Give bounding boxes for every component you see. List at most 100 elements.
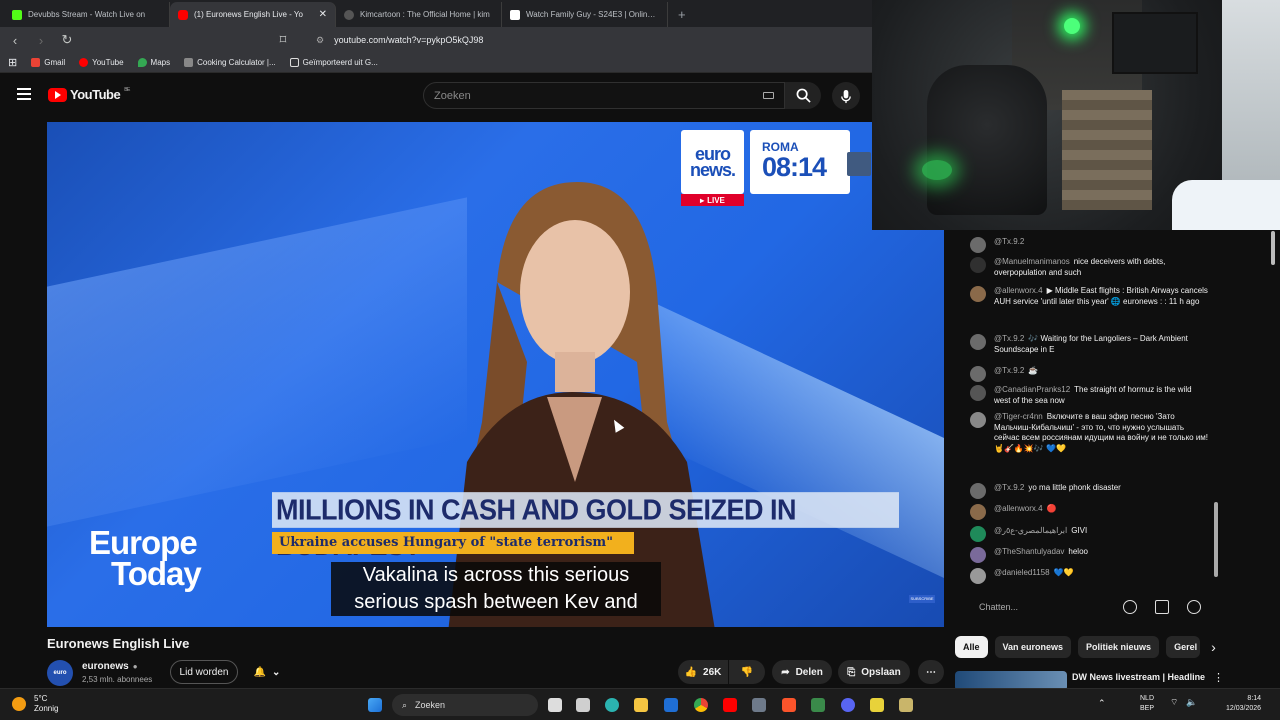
avatar[interactable] <box>970 385 986 401</box>
browser-tab-4[interactable]: Watch Family Guy - S24E3 | Online H <box>502 2 668 27</box>
chat-message: @Tx.9.2 🎶 Waiting for the Langoliers – Da… <box>970 334 1210 355</box>
chrome-icon[interactable] <box>694 698 708 712</box>
avatar[interactable] <box>970 412 986 428</box>
site-favicon-icon <box>344 9 354 20</box>
chip-political-news[interactable]: Politiek nieuws <box>1078 636 1160 658</box>
more-icon[interactable]: ⋮ <box>1213 671 1224 684</box>
site-info-icon[interactable]: ⚙ <box>316 35 324 46</box>
heart-icon[interactable] <box>1187 599 1201 614</box>
channel-name[interactable]: euronews ● <box>82 661 138 672</box>
chip-all[interactable]: Alle <box>955 636 988 658</box>
live-badge: ▸ LIVE <box>681 194 744 206</box>
emoji-icon[interactable] <box>1123 599 1137 614</box>
youtube-app-icon[interactable] <box>723 698 737 712</box>
bookmark-folder-imported[interactable]: Geïmporteerd uit G... <box>289 58 378 68</box>
browser-tab-3[interactable]: Kimcartoon : The Official Home | kim <box>336 2 502 27</box>
avatar[interactable] <box>970 257 986 273</box>
apps-grid-icon[interactable]: ⊞ <box>8 56 17 69</box>
bookmark-gmail[interactable]: Gmail <box>31 58 65 68</box>
calculator-icon[interactable] <box>752 698 766 712</box>
weather-widget[interactable]: 5°C Zonnig <box>12 694 58 714</box>
discord-icon[interactable] <box>841 698 855 712</box>
browser-tab-2[interactable]: (1) Euronews English Live - Yo ✕ <box>170 2 336 27</box>
avatar[interactable] <box>970 237 986 253</box>
notifications-button[interactable]: 🔔 ⌄ <box>245 660 289 684</box>
url-field[interactable]: ⚙ youtube.com/watch?v=pykpO5kQJ98 <box>316 35 483 46</box>
gmail-icon <box>31 58 41 68</box>
page-scrollbar[interactable] <box>1271 231 1275 265</box>
bright-area <box>1172 180 1280 230</box>
live-chat: @Tx.9.2 @Manuelmanimanos nice deceivers w… <box>956 230 1224 590</box>
bookmark-youtube[interactable]: YouTube <box>79 58 124 68</box>
widgets-icon[interactable] <box>576 698 590 712</box>
maps-icon <box>137 58 147 68</box>
clock[interactable]: 8:14 12/03/2026 <box>1226 694 1261 714</box>
dislike-button[interactable]: 👎 <box>729 660 765 684</box>
new-tab-button[interactable]: + <box>668 2 696 27</box>
search-button[interactable] <box>785 82 821 109</box>
recommended-title[interactable]: DW News livestream | Headline <box>1072 672 1207 682</box>
taskbar-search[interactable]: ⌕ Zoeken <box>392 694 538 716</box>
close-tab-icon[interactable]: ✕ <box>319 9 327 20</box>
avatar[interactable] <box>970 526 986 542</box>
more-icon: ⋯ <box>926 666 936 678</box>
voice-search-button[interactable] <box>832 82 860 110</box>
super-chat-icon[interactable] <box>1155 599 1169 614</box>
like-button[interactable]: 👍 26K <box>678 660 728 684</box>
app-icon[interactable] <box>811 698 825 712</box>
menu-icon[interactable] <box>17 88 31 103</box>
back-icon[interactable]: ‹ <box>8 33 22 48</box>
search-icon: ⌕ <box>402 699 408 710</box>
chevron-right-icon[interactable]: › <box>1211 636 1216 658</box>
bookmark-cooking-calculator[interactable]: Cooking Calculator |... <box>184 58 276 68</box>
outlook-icon[interactable] <box>664 698 678 712</box>
monitor <box>1112 12 1198 74</box>
windows-start-icon[interactable] <box>368 698 382 712</box>
task-view-icon[interactable] <box>548 698 562 712</box>
browser-tab-1[interactable]: Devubbs Stream - Watch Live on <box>4 2 170 27</box>
wifi-icon[interactable]: ⌔ <box>1170 697 1178 708</box>
app-icon[interactable] <box>899 698 913 712</box>
chat-input[interactable]: Chatten... <box>966 594 1212 619</box>
avatar[interactable] <box>970 334 986 350</box>
bookmarks-bar: ⊞ Gmail YouTube Maps Cooking Calculator … <box>0 53 872 73</box>
url-text: youtube.com/watch?v=pykpO5kQJ98 <box>334 35 484 45</box>
avatar[interactable] <box>970 547 986 563</box>
avatar[interactable] <box>970 286 986 302</box>
green-light <box>922 160 952 180</box>
bookmark-maps[interactable]: Maps <box>137 58 170 68</box>
chevron-up-icon[interactable]: ⌃ <box>1098 698 1106 709</box>
avatar[interactable] <box>970 504 986 520</box>
input-language[interactable]: NLD BEP <box>1140 694 1154 714</box>
file-explorer-icon[interactable] <box>634 698 648 712</box>
video-player[interactable]: euro news. ▸ LIVE ROMA 08:14 MILLIONS IN… <box>47 122 944 627</box>
chat-scrollbar[interactable] <box>1214 502 1218 577</box>
share-button[interactable]: ➦ Delen <box>772 660 832 684</box>
chip-from-channel[interactable]: Van euronews <box>994 636 1072 658</box>
more-actions-button[interactable]: ⋯ <box>918 660 944 684</box>
avatar[interactable] <box>970 568 986 584</box>
avatar[interactable] <box>970 483 986 499</box>
chat-message: @Tx.9.2 <box>970 237 1210 253</box>
edge-icon[interactable] <box>605 698 619 712</box>
subscribe-watermark[interactable]: SUBSCRIBE <box>909 595 935 603</box>
app-icon[interactable] <box>870 698 884 712</box>
avatar[interactable] <box>970 366 986 382</box>
video-title: Euronews English Live <box>47 636 190 651</box>
youtube-logo[interactable]: YouTube BE <box>48 87 130 102</box>
join-button[interactable]: Lid worden <box>170 660 238 684</box>
keyboard-icon[interactable] <box>763 92 774 99</box>
chat-message: @Tx.9.2 ☕ <box>970 366 1210 382</box>
volume-icon[interactable]: 🔈 <box>1186 697 1197 708</box>
brave-icon[interactable] <box>782 698 796 712</box>
forward-icon[interactable]: › <box>34 33 48 48</box>
search-input[interactable]: Zoeken <box>423 82 785 109</box>
bookmark-page-icon[interactable]: ⌑ <box>276 32 290 48</box>
microphone-icon <box>841 89 851 103</box>
save-button[interactable]: ⎘ Opslaan <box>838 660 910 684</box>
chip-related[interactable]: Gerel <box>1166 636 1201 658</box>
news-headline: MILLIONS IN CASH AND GOLD SEIZED IN BUDA… <box>272 492 899 561</box>
channel-avatar[interactable]: euro <box>47 660 73 686</box>
reload-icon[interactable]: ↻ <box>60 32 74 48</box>
folder-icon <box>289 58 299 68</box>
